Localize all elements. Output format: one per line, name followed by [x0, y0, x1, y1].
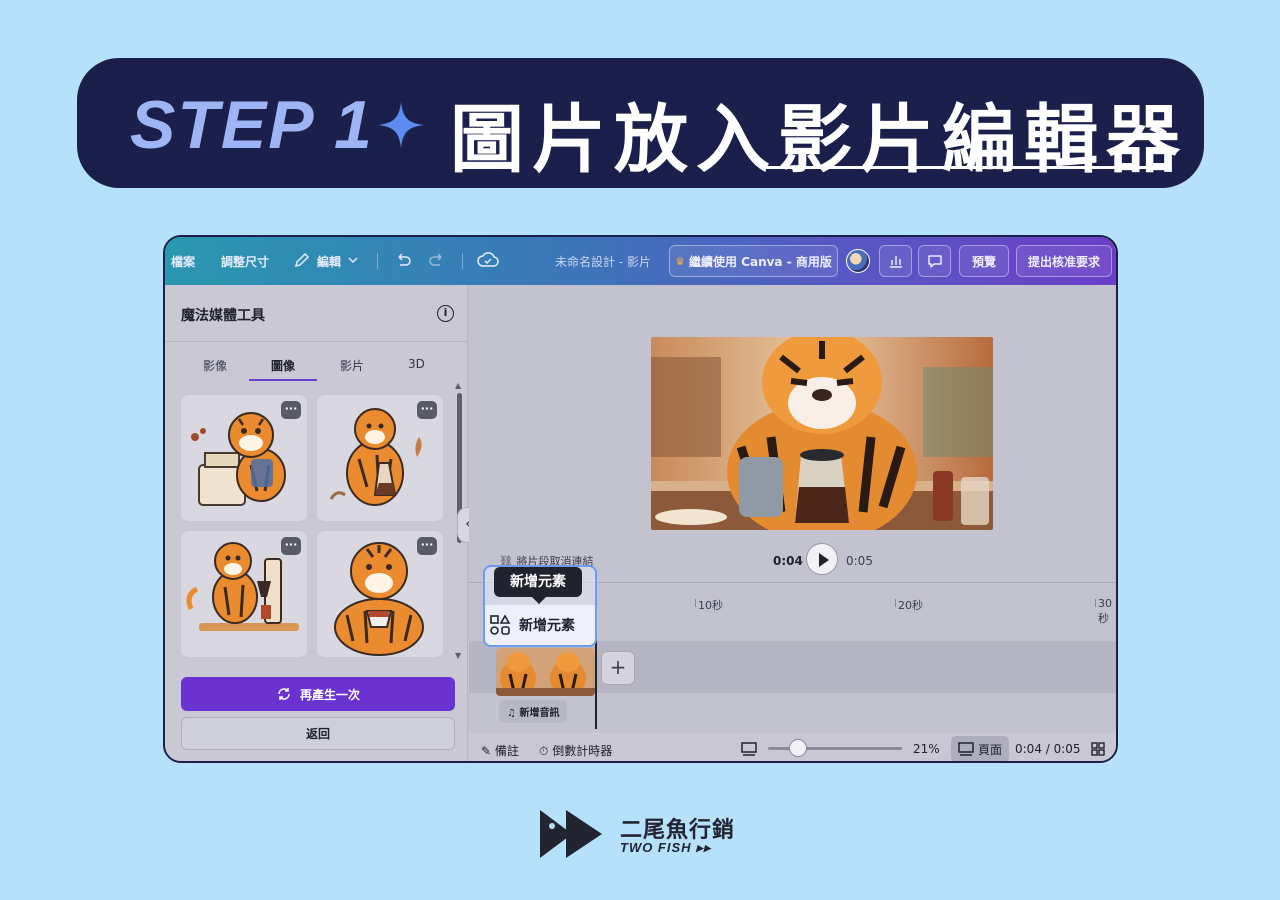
- generated-graphic[interactable]: ···: [317, 531, 443, 657]
- current-time: 0:04: [773, 554, 803, 568]
- chevron-down-icon[interactable]: [347, 255, 359, 265]
- more-options-icon[interactable]: ···: [417, 537, 437, 555]
- insights-button[interactable]: [879, 245, 912, 277]
- comment-button[interactable]: [918, 245, 951, 277]
- submit-approval-button[interactable]: 提出核准要求: [1016, 245, 1112, 277]
- chart-icon: [889, 256, 902, 268]
- add-audio-label: 新增音訊: [519, 708, 560, 719]
- canva-editor-window: 檔案 調整尺寸 編輯 未命名設計 - 影片 ♛ 繼續使用 Canva - 商用版…: [163, 235, 1118, 763]
- video-preview[interactable]: [651, 337, 993, 530]
- document-title[interactable]: 未命名設計 - 影片: [555, 253, 651, 270]
- more-options-icon[interactable]: ···: [281, 401, 301, 419]
- title-underline: [766, 166, 1154, 169]
- two-fish-logo-icon: [540, 810, 602, 858]
- add-element-label: 新增元素: [519, 618, 575, 634]
- thumbnail-view-icon[interactable]: [741, 742, 757, 756]
- grid-icon[interactable]: [1091, 742, 1105, 756]
- ruler-label: 30秒: [1098, 597, 1112, 625]
- magic-media-panel: 魔法媒體工具 i 影像 圖像 影片 3D ··· ··· ··· ··· ▲ ▼…: [165, 285, 468, 761]
- upgrade-label: 繼續使用 Canva - 商用版: [688, 254, 832, 269]
- add-element-button[interactable]: 新增元素: [485, 605, 595, 645]
- banner-title: 圖片放入影片編輯器: [450, 97, 1188, 183]
- ruler-tick: [895, 599, 896, 607]
- comment-icon: [927, 255, 942, 268]
- pencil-icon[interactable]: [293, 251, 311, 269]
- timer-label: 倒數計時器: [552, 744, 613, 758]
- generated-graphic[interactable]: ···: [181, 531, 307, 657]
- add-clip-button[interactable]: +: [601, 651, 635, 685]
- notes-icon: ✎: [481, 744, 492, 758]
- upgrade-button[interactable]: ♛ 繼續使用 Canva - 商用版: [669, 245, 838, 277]
- music-icon: ♫: [507, 708, 516, 719]
- redo-icon[interactable]: [428, 251, 446, 269]
- zoom-level[interactable]: 21%: [913, 742, 940, 756]
- tab-graphics[interactable]: 圖像: [271, 357, 295, 374]
- regenerate-label: 再產生一次: [299, 687, 360, 702]
- editor-canvas: ⛓ 將片段取消連結 0:04 0:05 10秒 20秒 30秒 + ♫ 新增音訊…: [469, 285, 1116, 761]
- tiger-barista-video-frame: [651, 337, 993, 530]
- back-button[interactable]: 返回: [181, 717, 455, 750]
- active-tab-indicator: [249, 379, 317, 381]
- tab-image[interactable]: 影像: [203, 357, 227, 374]
- undo-icon[interactable]: [394, 251, 412, 269]
- timer-button[interactable]: ⏱ 倒數計時器: [539, 742, 612, 759]
- play-button[interactable]: [806, 543, 838, 575]
- more-options-icon[interactable]: ···: [417, 401, 437, 419]
- clip-thumbnail: [496, 648, 595, 696]
- crown-icon: ♛: [675, 254, 685, 268]
- preview-button[interactable]: 預覽: [959, 245, 1009, 277]
- bottom-bar: ✎ 備註 ⏱ 倒數計時器 21% 頁面 0:04 / 0:05: [469, 733, 1116, 761]
- regenerate-button[interactable]: 再產生一次: [181, 677, 455, 711]
- page-label: 頁面: [977, 742, 1002, 757]
- tab-video[interactable]: 影片: [340, 357, 364, 374]
- shapes-icon: [490, 614, 511, 635]
- video-clip[interactable]: [496, 648, 595, 696]
- brand-subtitle: TWO FISH ▸▸: [620, 840, 712, 855]
- sparkle-icon: [378, 102, 424, 148]
- add-element-tooltip: 新增元素: [494, 567, 582, 604]
- add-audio-button[interactable]: ♫ 新增音訊: [499, 700, 568, 723]
- notes-button[interactable]: ✎ 備註: [481, 742, 519, 759]
- zoom-slider-handle[interactable]: [789, 739, 807, 757]
- toolbar-divider: [462, 253, 463, 269]
- panel-title: 魔法媒體工具: [181, 308, 265, 324]
- timer-icon: ⏱: [539, 744, 549, 758]
- cloud-check-icon[interactable]: [477, 250, 499, 270]
- edit-menu[interactable]: 編輯: [317, 253, 341, 270]
- scroll-up-icon[interactable]: ▲: [455, 381, 461, 390]
- file-menu[interactable]: 檔案: [171, 253, 195, 270]
- ruler-tick: [695, 599, 696, 607]
- panel-divider: [165, 341, 468, 342]
- avatar[interactable]: [846, 249, 870, 273]
- toolbar-divider: [377, 253, 378, 269]
- resize-button[interactable]: 調整尺寸: [221, 253, 269, 270]
- ruler-tick: [1095, 599, 1096, 607]
- top-toolbar: 檔案 調整尺寸 編輯 未命名設計 - 影片 ♛ 繼續使用 Canva - 商用版…: [165, 237, 1116, 285]
- refresh-icon: [278, 688, 290, 700]
- ruler-label: 10秒: [698, 599, 723, 612]
- total-time: 0:05: [846, 554, 873, 568]
- step-label: STEP 1: [130, 87, 374, 163]
- scroll-down-icon[interactable]: ▼: [455, 651, 461, 660]
- tab-3d[interactable]: 3D: [408, 357, 425, 371]
- ruler-label: 20秒: [898, 599, 923, 612]
- info-icon[interactable]: i: [437, 305, 454, 322]
- generated-graphic[interactable]: ···: [181, 395, 307, 521]
- more-options-icon[interactable]: ···: [281, 537, 301, 555]
- playback-time: 0:04 / 0:05: [1015, 742, 1081, 756]
- generated-graphic[interactable]: ···: [317, 395, 443, 521]
- notes-label: 備註: [494, 744, 519, 758]
- page-icon: [958, 742, 974, 756]
- page-view-button[interactable]: 頁面: [951, 736, 1009, 761]
